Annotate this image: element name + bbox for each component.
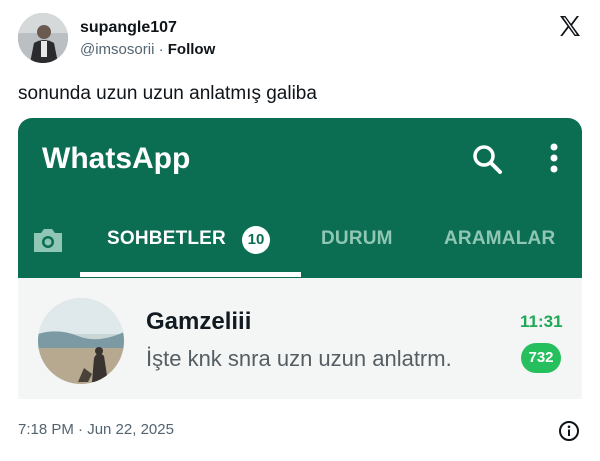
- unread-count-badge: 732: [521, 343, 561, 373]
- author-handle[interactable]: @imsosorii: [80, 41, 154, 58]
- tab-status[interactable]: DURUM: [321, 228, 393, 250]
- chat-time: 11:31: [520, 312, 563, 331]
- tweet-media-whatsapp-screenshot[interactable]: WhatsApp SOHBETLER 10 DURUM ARAMALAR Gam…: [18, 118, 582, 399]
- tab-chats[interactable]: SOHBETLER: [107, 228, 226, 250]
- more-vert-icon[interactable]: [544, 140, 564, 176]
- whatsapp-header: WhatsApp SOHBETLER 10 DURUM ARAMALAR: [18, 118, 582, 278]
- tweet-text: sonunda uzun uzun anlatmış galiba: [18, 83, 317, 104]
- author-handle-row: @imsosorii · Follow: [80, 40, 215, 60]
- tweet-card: supangle107 @imsosorii · Follow sonunda …: [0, 0, 600, 461]
- author-info: supangle107 @imsosorii · Follow: [80, 18, 215, 60]
- info-icon[interactable]: [558, 420, 580, 442]
- chats-count-badge: 10: [242, 226, 270, 254]
- follow-button[interactable]: Follow: [168, 41, 216, 58]
- author-name[interactable]: supangle107: [80, 18, 215, 38]
- chat-list-item[interactable]: Gamzeliii İşte knk snra uzn uzun anlatrm…: [18, 278, 582, 399]
- search-icon[interactable]: [470, 142, 504, 176]
- x-logo-icon[interactable]: [558, 14, 582, 38]
- camera-icon[interactable]: [30, 222, 66, 258]
- chat-avatar[interactable]: [38, 298, 124, 384]
- handle-separator: ·: [154, 41, 168, 58]
- author-avatar[interactable]: [18, 13, 68, 63]
- chat-contact-name: Gamzeliii: [146, 308, 252, 335]
- whatsapp-title: WhatsApp: [42, 142, 191, 175]
- chat-last-message: İşte knk snra uzn uzun anlatrm.: [146, 346, 452, 371]
- tweet-timestamp[interactable]: 7:18 PM · Jun 22, 2025: [18, 420, 174, 440]
- tab-calls[interactable]: ARAMALAR: [444, 228, 555, 250]
- active-tab-indicator: [80, 272, 301, 277]
